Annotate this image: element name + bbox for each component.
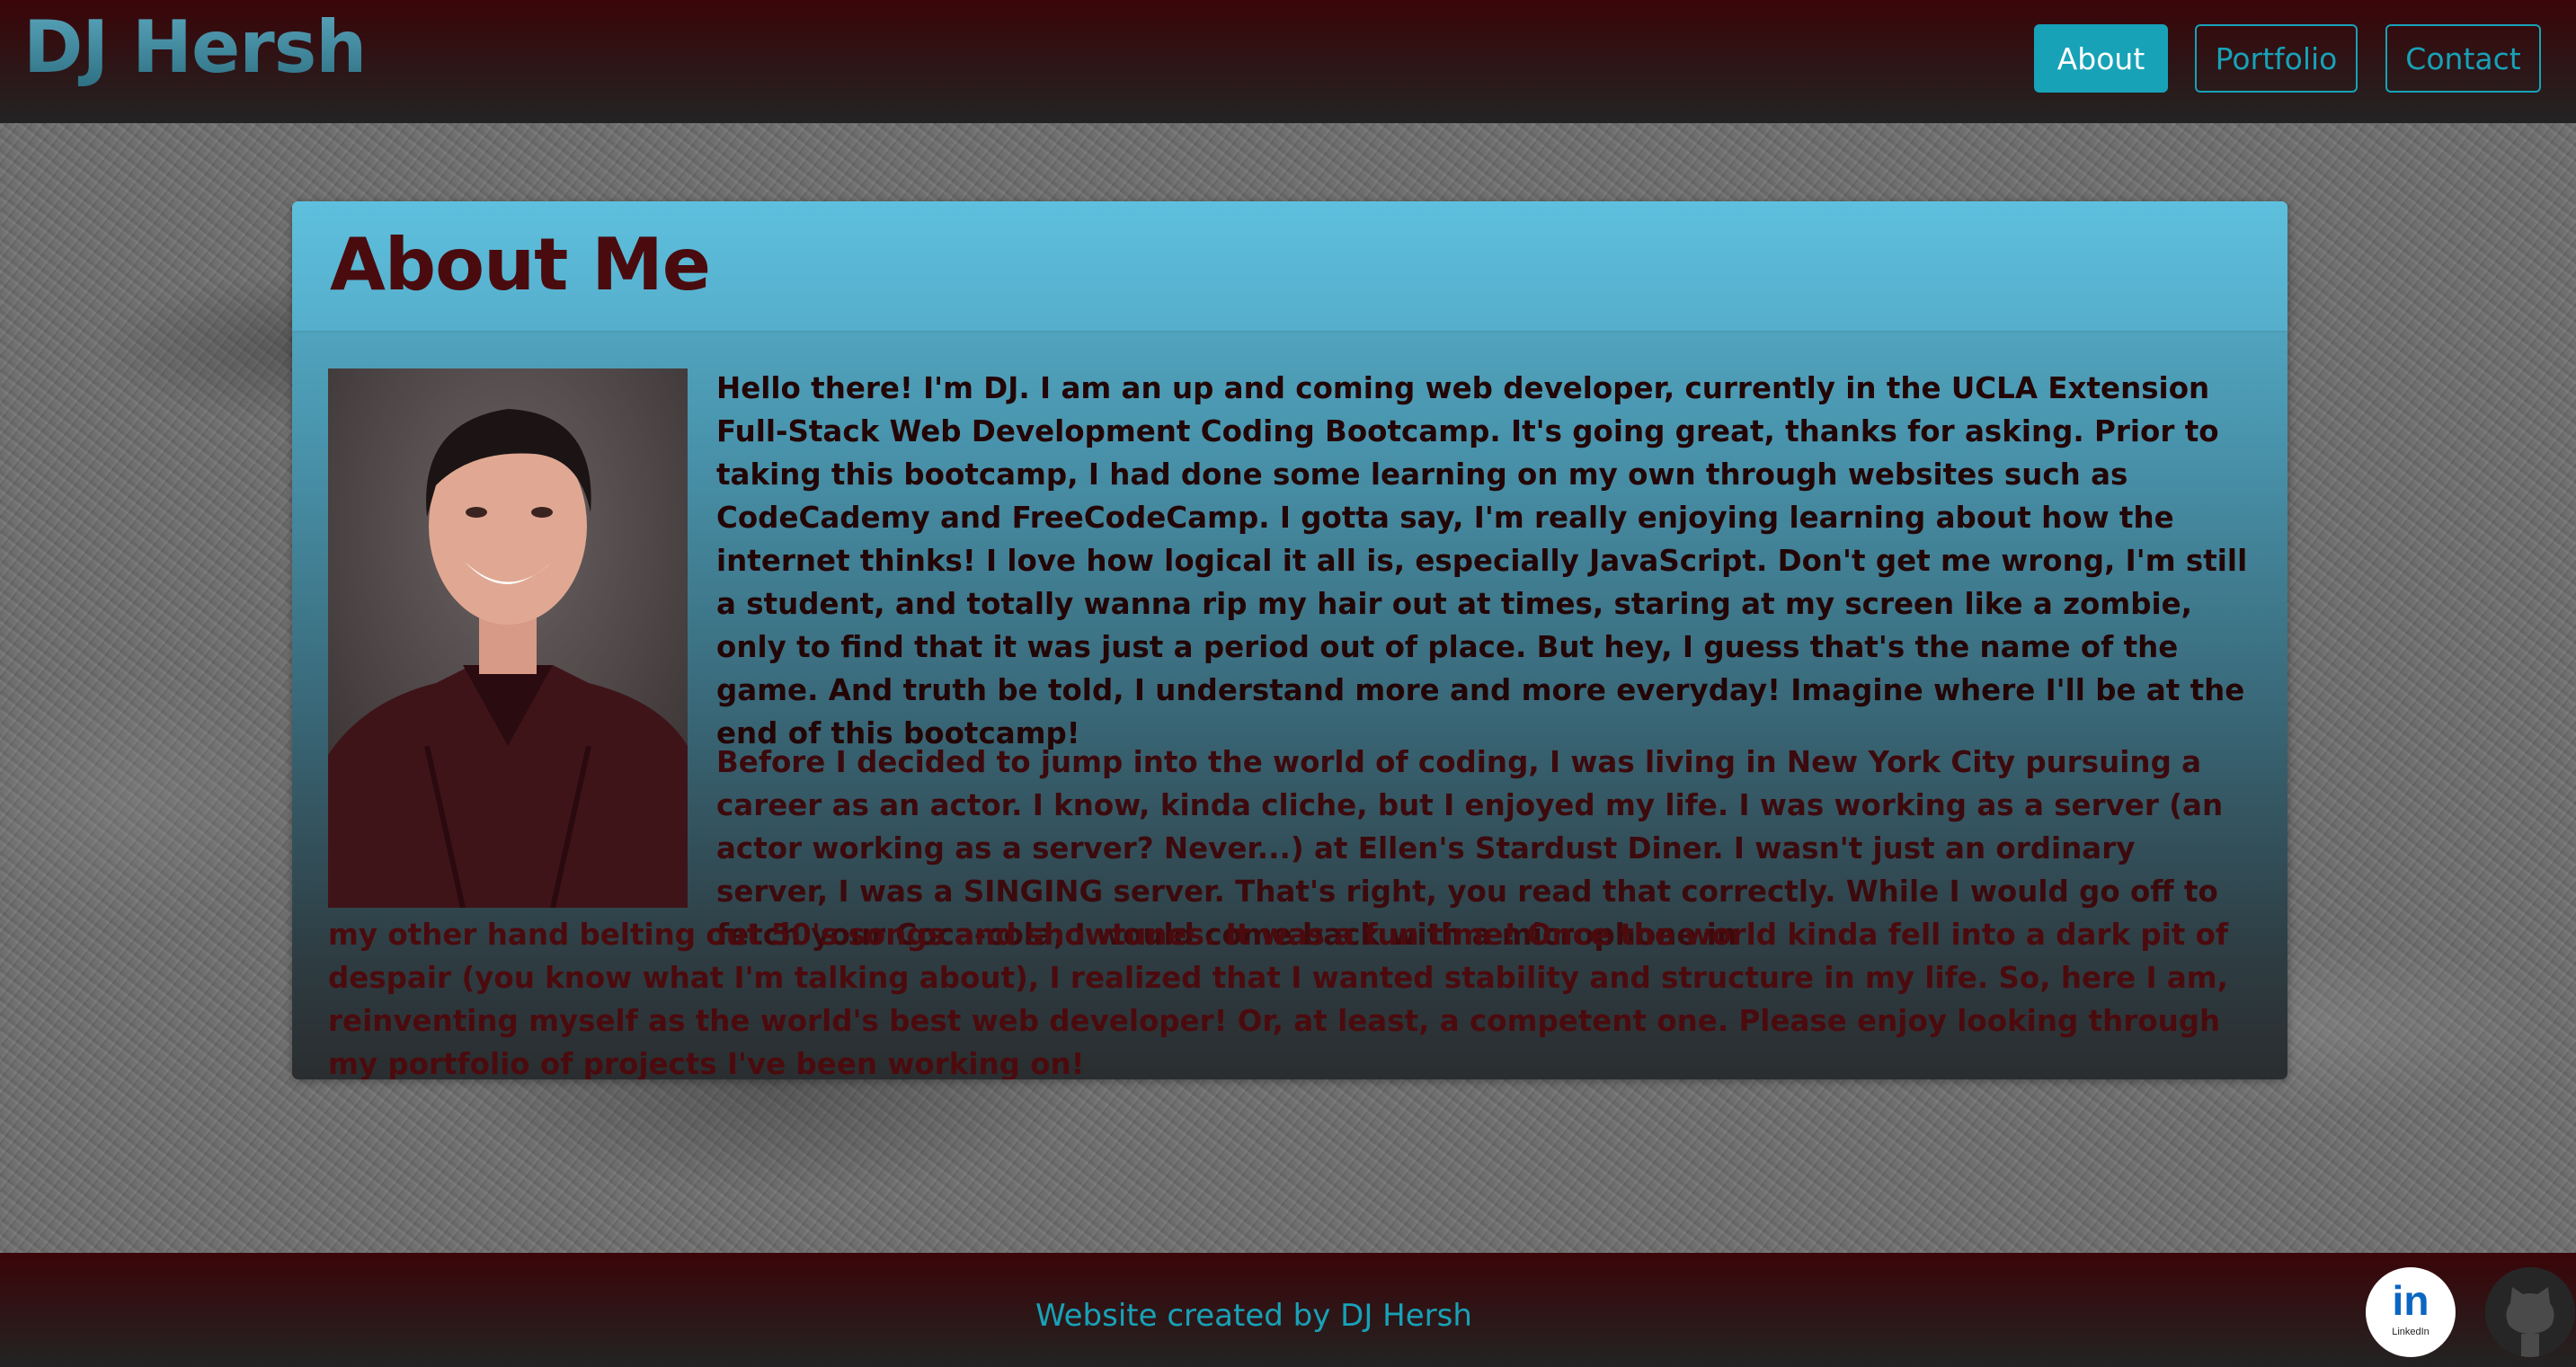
linkedin-icon[interactable]: in LinkedIn <box>2366 1267 2456 1357</box>
about-card-header: About Me <box>292 201 2287 333</box>
nav-about-button[interactable]: About <box>2034 24 2168 93</box>
footer-credit: Website created by DJ Hersh <box>1035 1298 1472 1334</box>
github-octocat-shape <box>2485 1267 2575 1357</box>
about-paragraph-2-continued: my other hand belting out 50's songs and… <box>328 918 2229 1079</box>
site-header: DJ Hersh About Portfolio Contact <box>0 0 2576 123</box>
site-brand[interactable]: DJ Hersh <box>23 5 367 89</box>
profile-photo-illustration <box>328 368 688 908</box>
about-card: About Me Hello there! I'm DJ. I am an up… <box>292 201 2287 1079</box>
about-paragraph-1: Hello there! I'm DJ. I am an up and comi… <box>716 371 2248 750</box>
github-icon[interactable] <box>2485 1267 2575 1357</box>
profile-photo <box>328 368 688 908</box>
site-footer: Website created by DJ Hersh in LinkedIn <box>0 1253 2576 1367</box>
linkedin-logo-text: in <box>2392 1277 2429 1324</box>
linkedin-caption: LinkedIn <box>2392 1327 2429 1337</box>
nav-portfolio-button[interactable]: Portfolio <box>2195 24 2358 93</box>
nav-contact-button[interactable]: Contact <box>2385 24 2541 93</box>
about-title: About Me <box>330 223 711 306</box>
